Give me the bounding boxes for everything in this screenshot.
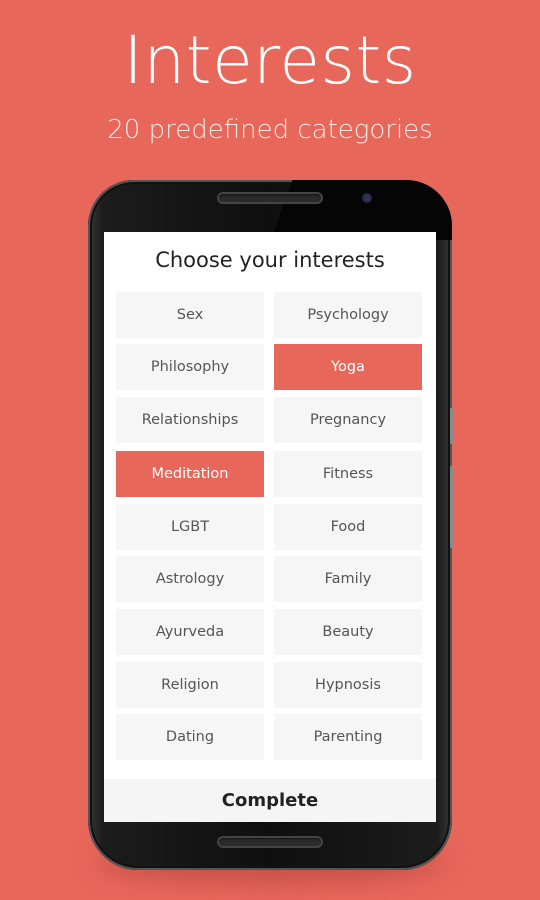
interest-chip-label: Ayurveda	[155, 624, 225, 640]
interest-chip-philosophy[interactable]: Philosophy	[116, 344, 264, 390]
front-camera-icon	[363, 194, 371, 202]
interest-chip-lgbt[interactable]: LGBT	[116, 504, 264, 550]
interest-chip-sex[interactable]: Sex	[116, 292, 264, 338]
bottom-speaker	[217, 836, 323, 848]
interest-chip-label: Sex	[176, 307, 204, 323]
interest-chip-label: Relationships	[141, 412, 239, 428]
interest-chip-religion[interactable]: Religion	[116, 662, 264, 708]
interest-chip-meditation[interactable]: Meditation	[116, 451, 264, 497]
earpiece-speaker	[217, 192, 323, 204]
interest-chip-relationships[interactable]: Relationships	[116, 397, 264, 443]
interest-chip-label: Hypnosis	[315, 677, 381, 693]
interest-chip-label: Family	[324, 571, 372, 587]
interest-chip-label: Dating	[165, 729, 215, 745]
interest-chip-label: Yoga	[331, 359, 365, 375]
interest-chip-ayurveda[interactable]: Ayurveda	[116, 609, 264, 655]
phone-glare	[88, 180, 452, 240]
interest-chip-hypnosis[interactable]: Hypnosis	[274, 662, 422, 708]
interest-chip-family[interactable]: Family	[274, 556, 422, 602]
interest-chip-food[interactable]: Food	[274, 504, 422, 550]
interest-chip-pregnancy[interactable]: Pregnancy	[274, 397, 422, 443]
screen-title: Choose your interests	[155, 248, 385, 272]
volume-button	[450, 466, 453, 548]
interest-chip-label: Religion	[161, 677, 219, 693]
interest-chip-fitness[interactable]: Fitness	[274, 451, 422, 497]
interest-chip-astrology[interactable]: Astrology	[116, 556, 264, 602]
interest-chip-label: Parenting	[313, 729, 383, 745]
interest-chip-label: Food	[330, 519, 366, 535]
interest-chip-yoga[interactable]: Yoga	[274, 344, 422, 390]
interest-chip-beauty[interactable]: Beauty	[274, 609, 422, 655]
interest-chip-label: Meditation	[151, 466, 229, 482]
app-screen: Choose your interests Sex Psychology Philo…	[104, 232, 436, 822]
promo-subtitle: 20 predefined categories	[107, 115, 433, 145]
interest-chip-dating[interactable]: Dating	[116, 714, 264, 760]
interest-chip-label: Philosophy	[150, 359, 230, 375]
interest-chip-label: Astrology	[155, 571, 225, 587]
interest-chip-label: LGBT	[170, 519, 210, 535]
power-button	[450, 408, 453, 444]
complete-button[interactable]: Complete	[104, 779, 436, 822]
interest-chip-label: Psychology	[307, 307, 389, 323]
interest-chip-parenting[interactable]: Parenting	[274, 714, 422, 760]
interest-chip-label: Beauty	[322, 624, 374, 640]
interest-chip-label: Fitness	[322, 466, 374, 482]
interest-chip-psychology[interactable]: Psychology	[274, 292, 422, 338]
interest-chip-label: Pregnancy	[309, 412, 387, 428]
promo-title: Interests	[123, 22, 417, 99]
